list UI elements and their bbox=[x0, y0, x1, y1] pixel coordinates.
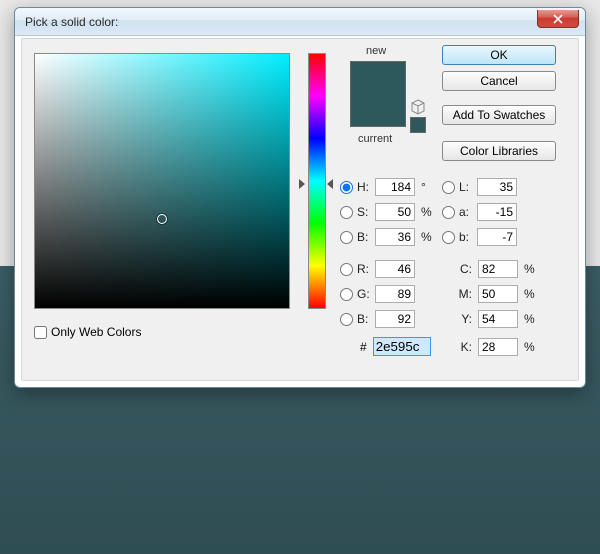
radio-h[interactable] bbox=[340, 181, 353, 194]
hue-slider[interactable] bbox=[308, 53, 326, 309]
input-y[interactable] bbox=[478, 310, 518, 328]
row-y: Y: % bbox=[452, 309, 538, 329]
only-web-colors-checkbox[interactable] bbox=[34, 326, 47, 339]
input-c[interactable] bbox=[478, 260, 518, 278]
cancel-label: Cancel bbox=[480, 74, 517, 88]
color-libraries-button[interactable]: Color Libraries bbox=[442, 141, 556, 161]
close-icon bbox=[553, 14, 563, 24]
ok-button[interactable]: OK bbox=[442, 45, 556, 65]
input-r[interactable] bbox=[375, 260, 415, 278]
input-a[interactable] bbox=[477, 203, 517, 221]
input-m[interactable] bbox=[478, 285, 518, 303]
cube-icon[interactable] bbox=[410, 99, 426, 115]
add-to-swatches-button[interactable]: Add To Swatches bbox=[442, 105, 556, 125]
label-h: H: bbox=[357, 180, 375, 194]
radio-l[interactable] bbox=[442, 181, 455, 194]
label-b-hsb: B: bbox=[357, 230, 375, 244]
preview-new-swatch bbox=[351, 62, 405, 94]
window-title: Pick a solid color: bbox=[25, 15, 118, 29]
radio-s[interactable] bbox=[340, 206, 353, 219]
label-y: Y: bbox=[452, 312, 472, 326]
hue-arrow-right-icon bbox=[327, 179, 333, 189]
cancel-button[interactable]: Cancel bbox=[442, 71, 556, 91]
row-h: H: ° bbox=[340, 177, 435, 197]
libraries-label: Color Libraries bbox=[460, 144, 538, 158]
row-r: R: bbox=[340, 259, 435, 279]
row-s: S: % bbox=[340, 202, 435, 222]
ok-label: OK bbox=[490, 48, 507, 62]
preview-current-swatch bbox=[351, 94, 405, 126]
input-b-rgb[interactable] bbox=[375, 310, 415, 328]
swatches-label: Add To Swatches bbox=[453, 108, 546, 122]
row-c: C: % bbox=[452, 259, 538, 279]
label-g: G: bbox=[357, 287, 375, 301]
label-hash: # bbox=[360, 340, 367, 354]
only-web-colors-row: Only Web Colors bbox=[34, 325, 141, 339]
radio-a[interactable] bbox=[442, 206, 455, 219]
label-c: C: bbox=[452, 262, 472, 276]
color-marker-icon[interactable] bbox=[157, 214, 167, 224]
label-r: R: bbox=[357, 262, 375, 276]
unit-c: % bbox=[524, 262, 538, 276]
color-preview bbox=[350, 61, 406, 127]
close-button[interactable] bbox=[537, 10, 579, 28]
unit-pct-b: % bbox=[421, 230, 435, 244]
label-new: new bbox=[366, 45, 386, 57]
label-l: L: bbox=[459, 180, 477, 194]
unit-pct-s: % bbox=[421, 205, 435, 219]
label-current: current bbox=[358, 133, 392, 145]
radio-r[interactable] bbox=[340, 263, 353, 276]
row-l: L: bbox=[442, 177, 537, 197]
label-b-rgb: B: bbox=[357, 312, 375, 326]
label-b-lab: b: bbox=[459, 230, 477, 244]
input-g[interactable] bbox=[375, 285, 415, 303]
gamut-swatch[interactable] bbox=[410, 117, 426, 133]
only-web-colors-label: Only Web Colors bbox=[51, 325, 141, 339]
input-h[interactable] bbox=[375, 178, 415, 196]
label-s: S: bbox=[357, 205, 375, 219]
radio-b-rgb[interactable] bbox=[340, 313, 353, 326]
titlebar[interactable]: Pick a solid color: bbox=[15, 8, 585, 36]
input-s[interactable] bbox=[375, 203, 415, 221]
row-hex: # bbox=[360, 337, 431, 356]
color-picker-window: Pick a solid color: new current OK Cance… bbox=[14, 7, 586, 388]
input-l[interactable] bbox=[477, 178, 517, 196]
label-a: a: bbox=[459, 205, 477, 219]
color-field[interactable] bbox=[34, 53, 290, 309]
label-k: K: bbox=[452, 340, 472, 354]
radio-b-hsb[interactable] bbox=[340, 231, 353, 244]
row-bv: B: % bbox=[340, 227, 435, 247]
unit-deg: ° bbox=[421, 180, 435, 194]
unit-y: % bbox=[524, 312, 538, 326]
hue-arrow-left-icon bbox=[299, 179, 305, 189]
row-g: G: bbox=[340, 284, 435, 304]
row-m: M: % bbox=[452, 284, 538, 304]
row-a: a: bbox=[442, 202, 537, 222]
client-area: new current OK Cancel Add To Swatches Co… bbox=[21, 38, 579, 381]
row-bc: B: bbox=[340, 309, 435, 329]
unit-m: % bbox=[524, 287, 538, 301]
row-b-lab: b: bbox=[442, 227, 537, 247]
label-m: M: bbox=[452, 287, 472, 301]
input-b-lab[interactable] bbox=[477, 228, 517, 246]
input-hex[interactable] bbox=[373, 337, 431, 356]
radio-g[interactable] bbox=[340, 288, 353, 301]
unit-k: % bbox=[524, 340, 538, 354]
radio-b-lab[interactable] bbox=[442, 231, 455, 244]
input-k[interactable] bbox=[478, 338, 518, 356]
input-b-hsb[interactable] bbox=[375, 228, 415, 246]
row-k: K: % bbox=[452, 337, 538, 357]
